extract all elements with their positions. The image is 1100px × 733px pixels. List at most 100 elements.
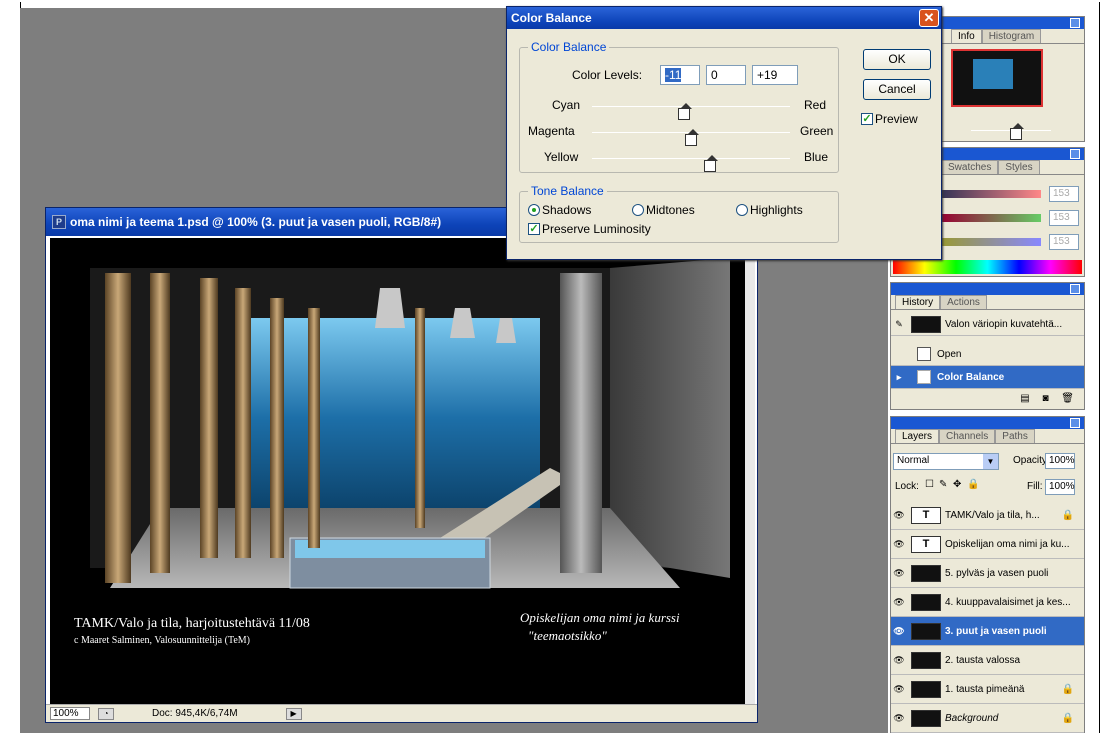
color-spectrum-ramp[interactable] xyxy=(893,260,1082,274)
eye-icon[interactable]: 👁 xyxy=(891,510,907,521)
fill-label: Fill: xyxy=(1027,481,1043,492)
color-level-magenta-green-input[interactable]: 0 xyxy=(706,65,746,85)
layer-row[interactable]: 👁 4. kuuppavalaisimet ja kes... xyxy=(891,588,1084,617)
caption-author: c Maaret Salminen, Valosuunnittelija (Te… xyxy=(74,635,251,646)
radio-highlights-label[interactable]: Highlights xyxy=(750,203,803,217)
layers-palette: Layers Channels Paths Normal ▼ Opacity: … xyxy=(890,416,1085,733)
radio-midtones-label[interactable]: Midtones xyxy=(646,203,695,217)
layer-name: 3. puut ja vasen puoli xyxy=(945,625,1047,637)
new-snapshot-icon[interactable]: ◙ xyxy=(1042,393,1048,404)
zoom-level-field[interactable]: 100% xyxy=(50,707,90,720)
radio-shadows-label[interactable]: Shadows xyxy=(542,203,591,217)
delete-state-icon[interactable]: 🗑 xyxy=(1061,393,1074,404)
ok-button[interactable]: OK xyxy=(863,49,931,70)
layer-name: 2. tausta valossa xyxy=(945,654,1021,666)
layer-row[interactable]: 👁 Background 🔒 xyxy=(891,704,1084,733)
color-balance-group: Color Balance Color Levels: -11 0 +19 Cy… xyxy=(519,40,839,173)
layer-thumbnail xyxy=(911,680,941,698)
eye-icon[interactable]: 👁 xyxy=(891,597,907,608)
fill-input[interactable]: 100% xyxy=(1045,479,1075,495)
layers-palette-bar[interactable] xyxy=(891,417,1084,429)
document-title: oma nimi ja teema 1.psd @ 100% (3. puut … xyxy=(70,215,442,229)
tab-styles[interactable]: Styles xyxy=(998,160,1040,174)
doc-size-info: Doc: 945,4K/6,74M xyxy=(152,708,238,719)
layers-tabs: Layers Channels Paths xyxy=(891,429,1084,444)
status-menu-icon[interactable]: ◔ xyxy=(98,707,114,720)
document-window[interactable]: P oma nimi ja teema 1.psd @ 100% (3. puu… xyxy=(45,207,758,723)
tab-histogram[interactable]: Histogram xyxy=(981,29,1042,43)
color-level-cyan-red-input[interactable]: -11 xyxy=(660,65,700,85)
preserve-luminosity-checkbox[interactable]: ✓ xyxy=(528,223,540,235)
slider-track-yellow-blue[interactable] xyxy=(592,158,790,159)
preview-checkbox[interactable]: ✓ xyxy=(861,113,873,125)
lock-icon: 🔒 xyxy=(1061,712,1074,724)
chevron-down-icon[interactable]: ▼ xyxy=(983,454,998,469)
close-icon[interactable]: ✕ xyxy=(919,9,939,27)
radio-shadows[interactable] xyxy=(528,204,540,216)
layer-row[interactable]: 👁 2. tausta valossa xyxy=(891,646,1084,675)
layer-row[interactable]: 👁 T TAMK/Valo ja tila, h... 🔒 xyxy=(891,501,1084,530)
color-slider-red[interactable] xyxy=(941,190,1041,198)
blend-mode-select[interactable]: Normal ▼ xyxy=(893,453,999,470)
palette-minimize-icon[interactable] xyxy=(1070,18,1080,28)
opacity-input[interactable]: 100% xyxy=(1045,453,1075,469)
tab-history[interactable]: History xyxy=(895,295,941,309)
lock-position-icon[interactable]: ✥ xyxy=(953,479,961,490)
eye-icon[interactable]: 👁 xyxy=(891,568,907,579)
preview-label[interactable]: Preview xyxy=(875,112,918,126)
radio-highlights[interactable] xyxy=(736,204,748,216)
tab-paths[interactable]: Paths xyxy=(995,429,1035,443)
navigator-preview[interactable] xyxy=(951,49,1043,107)
layer-row[interactable]: 👁 1. tausta pimeänä 🔒 xyxy=(891,675,1084,704)
eye-icon[interactable]: 👁 xyxy=(891,626,907,637)
layer-name: Background xyxy=(945,712,999,724)
color-value-blue[interactable]: 153 xyxy=(1049,234,1079,250)
radio-midtones[interactable] xyxy=(632,204,644,216)
slider-label-green: Green xyxy=(800,124,834,138)
color-level-yellow-blue-input[interactable]: +19 xyxy=(752,65,798,85)
layer-list: 👁 T TAMK/Valo ja tila, h... 🔒 👁 T Opiskelijan … xyxy=(891,501,1084,733)
eye-icon[interactable]: 👁 xyxy=(891,655,907,666)
history-snapshot[interactable]: ✎ Valon väriopin kuvatehtä... xyxy=(891,313,1084,336)
layer-row[interactable]: 👁 T Opiskelijan oma nimi ja ku... xyxy=(891,530,1084,559)
history-item-color-balance[interactable]: ▸ Color Balance xyxy=(891,366,1084,389)
document-vertical-scrollbar[interactable] xyxy=(745,238,755,704)
history-footer: ▤ ◙ 🗑 xyxy=(891,393,1084,409)
palette-minimize-icon[interactable] xyxy=(1070,284,1080,294)
history-brush-icon[interactable]: ✎ xyxy=(891,319,907,330)
lock-transparency-icon[interactable]: ☐ xyxy=(925,479,934,490)
status-arrow-icon[interactable]: ▶ xyxy=(285,707,302,720)
layer-row[interactable]: 👁 3. puut ja vasen puoli xyxy=(891,617,1084,646)
color-balance-legend: Color Balance xyxy=(528,40,610,54)
cancel-button[interactable]: Cancel xyxy=(863,79,931,100)
color-levels-label: Color Levels: xyxy=(572,68,643,82)
dialog-title: Color Balance xyxy=(511,11,592,25)
palette-minimize-icon[interactable] xyxy=(1070,149,1080,159)
tab-swatches[interactable]: Swatches xyxy=(941,160,999,174)
ps-document-icon: P xyxy=(52,215,66,229)
history-item-open[interactable]: Open xyxy=(891,343,1084,366)
tab-layers[interactable]: Layers xyxy=(895,429,940,443)
lock-all-icon[interactable]: 🔒 xyxy=(967,479,979,490)
tab-actions[interactable]: Actions xyxy=(940,295,987,309)
document-step-icon xyxy=(917,370,931,384)
history-palette-bar[interactable] xyxy=(891,283,1084,295)
tab-channels[interactable]: Channels xyxy=(939,429,996,443)
eye-icon[interactable]: 👁 xyxy=(891,713,907,724)
color-value-red[interactable]: 153 xyxy=(1049,186,1079,202)
eye-icon[interactable]: 👁 xyxy=(891,539,907,550)
palette-minimize-icon[interactable] xyxy=(1070,418,1080,428)
color-slider-blue[interactable] xyxy=(941,238,1041,246)
layer-thumbnail xyxy=(911,622,941,640)
preserve-luminosity-label[interactable]: Preserve Luminosity xyxy=(542,222,651,236)
tab-info[interactable]: Info xyxy=(951,29,982,43)
layer-row[interactable]: 👁 5. pylväs ja vasen puoli xyxy=(891,559,1084,588)
image-canvas[interactable]: TAMK/Valo ja tila, harjoitustehtävä 11/0… xyxy=(50,238,746,704)
color-value-green[interactable]: 153 xyxy=(1049,210,1079,226)
eye-icon[interactable]: 👁 xyxy=(891,684,907,695)
color-slider-green[interactable] xyxy=(941,214,1041,222)
history-state-arrow-icon[interactable]: ▸ xyxy=(891,372,907,383)
new-document-from-state-icon[interactable]: ▤ xyxy=(1020,393,1029,404)
dialog-title-bar[interactable]: Color Balance ✕ xyxy=(507,7,941,29)
lock-image-icon[interactable]: ✎ xyxy=(939,479,947,490)
